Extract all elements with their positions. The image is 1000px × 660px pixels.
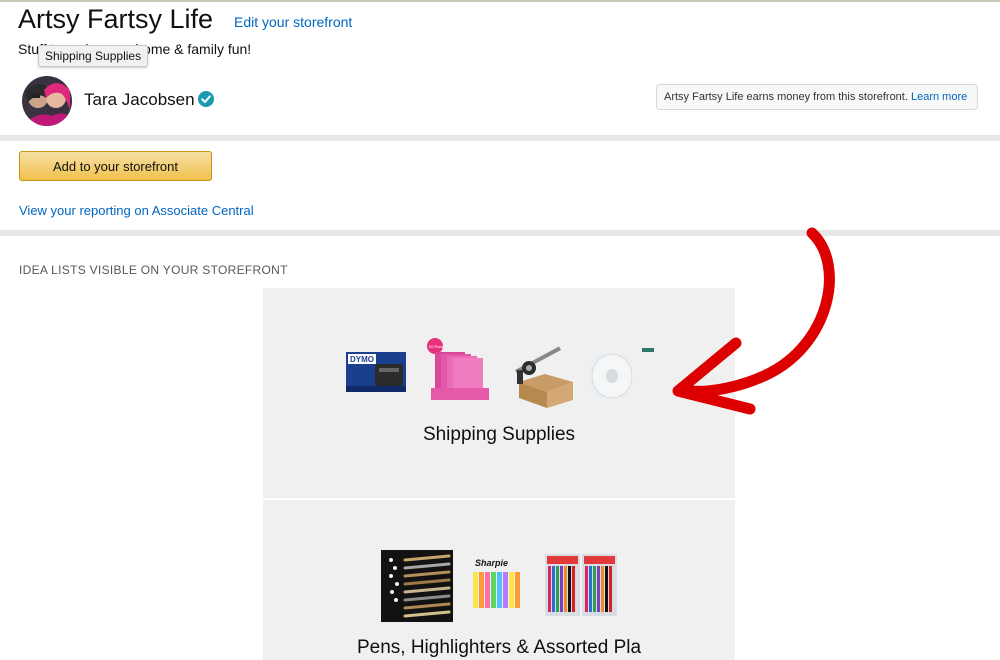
add-to-storefront-button[interactable]: Add to your storefront <box>19 151 212 181</box>
highlighters-thumbnail: Sharpie <box>469 554 525 614</box>
annotation-arrow-icon <box>672 227 835 415</box>
edit-storefront-link[interactable]: Edit your storefront <box>234 14 352 30</box>
profile-name: Tara Jacobsen <box>84 90 195 109</box>
earnings-notice: Artsy Fartsy Life earns money from this … <box>656 84 978 110</box>
sharpie-logo-text: Sharpie <box>475 558 508 568</box>
avatar-image <box>22 76 72 126</box>
idea-list-card-shipping-supplies[interactable]: DYMO 50 Pack Shipping Supplies <box>263 288 735 498</box>
gel-pens-thumbnail <box>545 554 617 616</box>
check-badge-icon <box>198 91 214 107</box>
avatar[interactable] <box>22 76 72 126</box>
section-divider <box>0 135 1000 141</box>
storefront-title: Artsy Fartsy Life <box>18 4 214 34</box>
tooltip: Shipping Supplies <box>38 45 149 67</box>
pack-badge-text: 50 Pack <box>429 344 443 349</box>
pink-mailers-thumbnail: 50 Pack <box>427 338 489 400</box>
idea-lists-heading: IDEA LISTS VISIBLE ON YOUR STOREFRONT <box>19 263 288 277</box>
bubble-wrap-thumbnail <box>590 348 654 399</box>
idea-list-card-pens-highlighters[interactable]: Sharpie Pens, Highlighters & Assorted Pl… <box>263 500 735 660</box>
section-divider <box>0 230 1000 236</box>
earnings-notice-text: Artsy Fartsy Life earns money from this … <box>664 91 908 103</box>
idea-list-title: Shipping Supplies <box>422 424 576 445</box>
learn-more-link[interactable]: Learn more <box>911 91 967 103</box>
associate-central-reporting-link[interactable]: View your reporting on Associate Central <box>19 203 254 218</box>
dymo-logo-text: DYMO <box>350 355 374 364</box>
label-printer-thumbnail: DYMO <box>346 352 406 392</box>
idea-list-title: Pens, Highlighters & Assorted Pla <box>356 637 642 658</box>
tape-gun-box-thumbnail <box>514 346 573 408</box>
metallic-markers-thumbnail <box>381 550 453 622</box>
